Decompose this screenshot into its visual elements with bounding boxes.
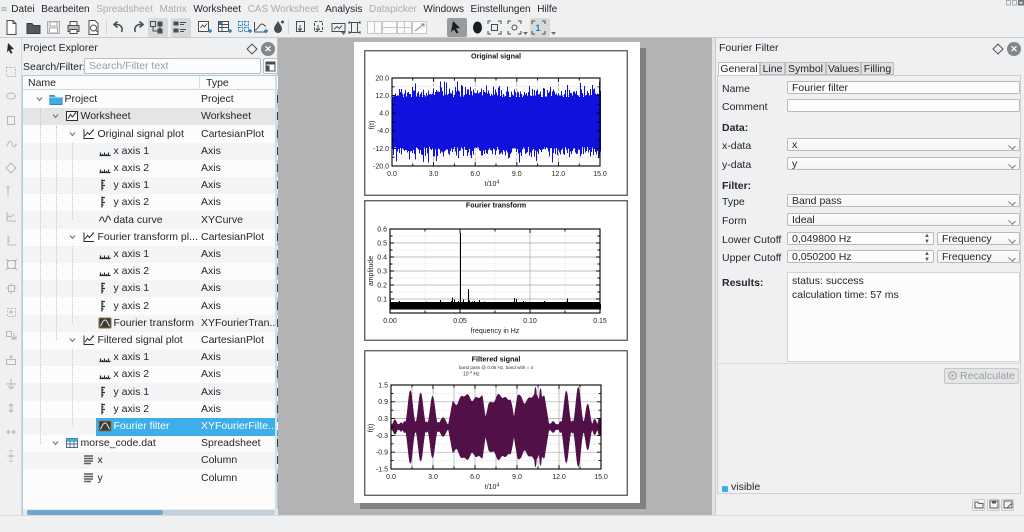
svg-text:15.0: 15.0: [594, 474, 608, 481]
svg-text:f(t): f(t): [368, 424, 375, 433]
svg-text:6.0: 6.0: [470, 171, 480, 178]
svg-text:-12.0: -12.0: [373, 146, 389, 153]
svg-text:12.0: 12.0: [552, 474, 566, 481]
svg-text:0.5: 0.5: [377, 240, 387, 247]
svg-text:0.0: 0.0: [387, 171, 397, 178]
svg-text:f(t): f(t): [369, 121, 376, 130]
svg-text:10-4 Hz: 10-4 Hz: [463, 371, 480, 378]
svg-text:-0.9: -0.9: [376, 450, 388, 457]
svg-text:0.6: 0.6: [377, 226, 387, 233]
svg-text:9.0: 9.0: [512, 474, 522, 481]
svg-text:1: 1: [535, 23, 540, 33]
svg-text:3.0: 3.0: [429, 171, 439, 178]
svg-text:band pass @ 0.05 Hz, band with: band pass @ 0.05 Hz, band with = 4: [459, 365, 534, 370]
svg-text:0.00: 0.00: [383, 318, 397, 325]
svg-text:0.2: 0.2: [377, 282, 387, 289]
svg-text:1.5: 1.5: [378, 382, 388, 389]
svg-text:9.0: 9.0: [512, 171, 522, 178]
svg-text:frequency in Hz: frequency in Hz: [471, 328, 520, 335]
svg-text:15.0: 15.0: [593, 171, 607, 178]
svg-text:0.15: 0.15: [593, 318, 607, 325]
svg-text:-20.0: -20.0: [373, 163, 389, 170]
svg-text:-1.5: -1.5: [376, 466, 388, 473]
svg-text:6.0: 6.0: [470, 474, 480, 481]
svg-text:t/104: t/104: [485, 483, 500, 492]
svg-text:20.0: 20.0: [375, 75, 389, 82]
svg-text:4.0: 4.0: [379, 111, 389, 118]
svg-text:0.05: 0.05: [453, 318, 467, 325]
svg-text:3.0: 3.0: [428, 474, 438, 481]
svg-text:t/104: t/104: [485, 180, 500, 189]
svg-text:0.3: 0.3: [377, 268, 387, 275]
svg-text:0.1: 0.1: [377, 296, 387, 303]
svg-text:12.0: 12.0: [375, 93, 389, 100]
svg-text:Original signal: Original signal: [471, 52, 521, 61]
svg-text:Filtered signal: Filtered signal: [472, 355, 521, 364]
svg-text:0.9: 0.9: [378, 399, 388, 406]
svg-text:-4.0: -4.0: [377, 128, 389, 135]
svg-text:Fourier transform: Fourier transform: [466, 201, 526, 210]
svg-text:0.3: 0.3: [378, 416, 388, 423]
svg-text:12.0: 12.0: [552, 171, 566, 178]
svg-text:amplitude: amplitude: [368, 256, 375, 286]
svg-text:0.0: 0.0: [386, 474, 396, 481]
svg-text:0.10: 0.10: [523, 318, 537, 325]
svg-text:0.4: 0.4: [377, 254, 387, 261]
svg-text:-0.3: -0.3: [376, 433, 388, 440]
